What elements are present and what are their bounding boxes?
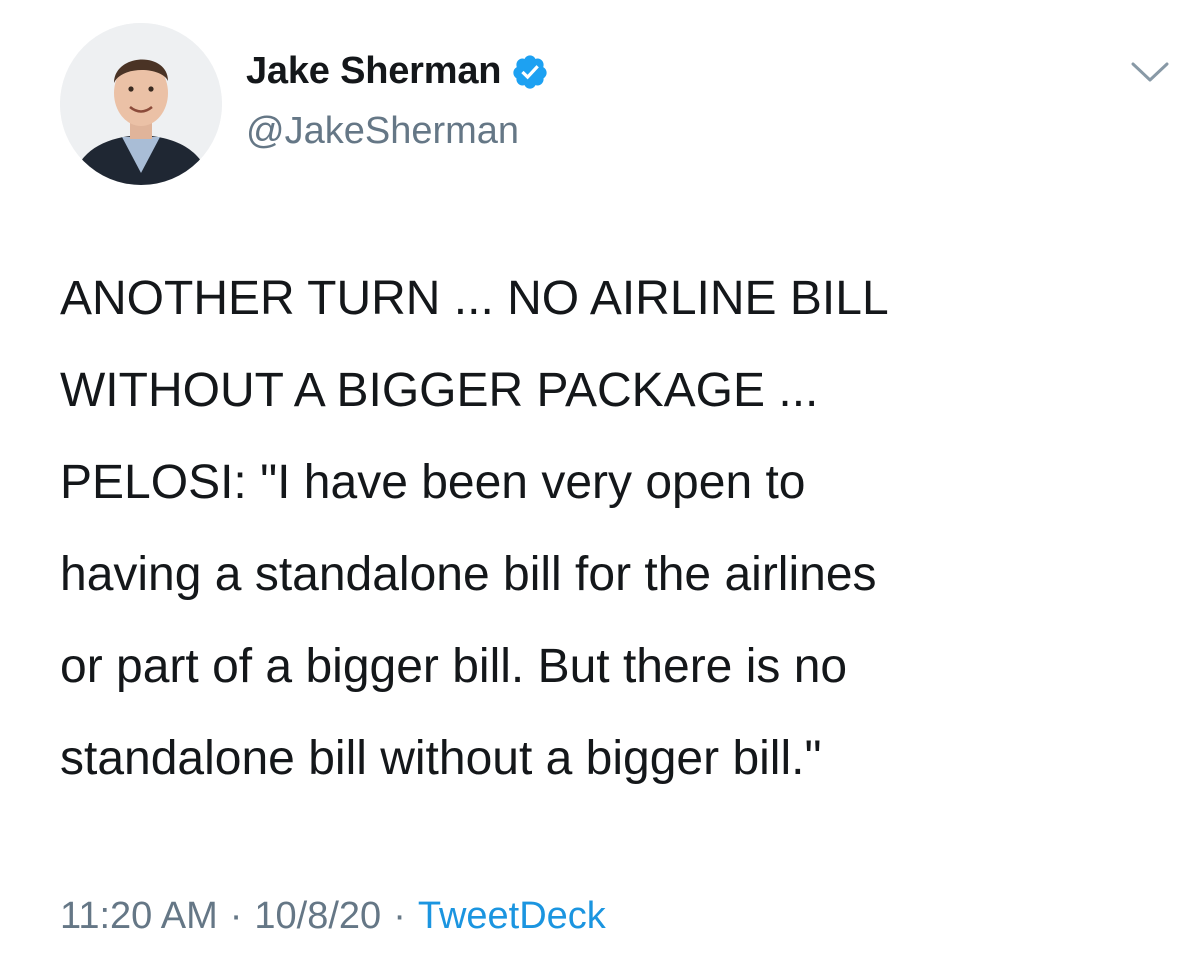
tweet-source-link[interactable]: TweetDeck	[418, 895, 606, 938]
avatar[interactable]	[60, 23, 222, 185]
author-display-name[interactable]: Jake Sherman	[246, 50, 502, 93]
avatar-image	[60, 23, 222, 185]
tweet-text: ANOTHER TURN ... NO AIRLINE BILL WITHOUT…	[60, 272, 889, 785]
meta-separator: ·	[229, 895, 243, 937]
chevron-down-icon[interactable]	[1129, 58, 1171, 86]
tweet-card: Jake Sherman @JakeSherman ANOTHER TURN .…	[0, 0, 1200, 977]
tweet-time[interactable]: 11:20 AM	[60, 895, 218, 938]
meta-separator: ·	[393, 895, 406, 937]
verified-badge-icon	[511, 53, 549, 91]
tweet-date[interactable]: 10/8/20	[254, 895, 381, 938]
tweet-meta: 11:20 AM · 10/8/20 · TweetDeck	[60, 895, 606, 938]
author-handle[interactable]: @JakeSherman	[246, 110, 519, 153]
author-name-row[interactable]: Jake Sherman	[246, 50, 549, 93]
